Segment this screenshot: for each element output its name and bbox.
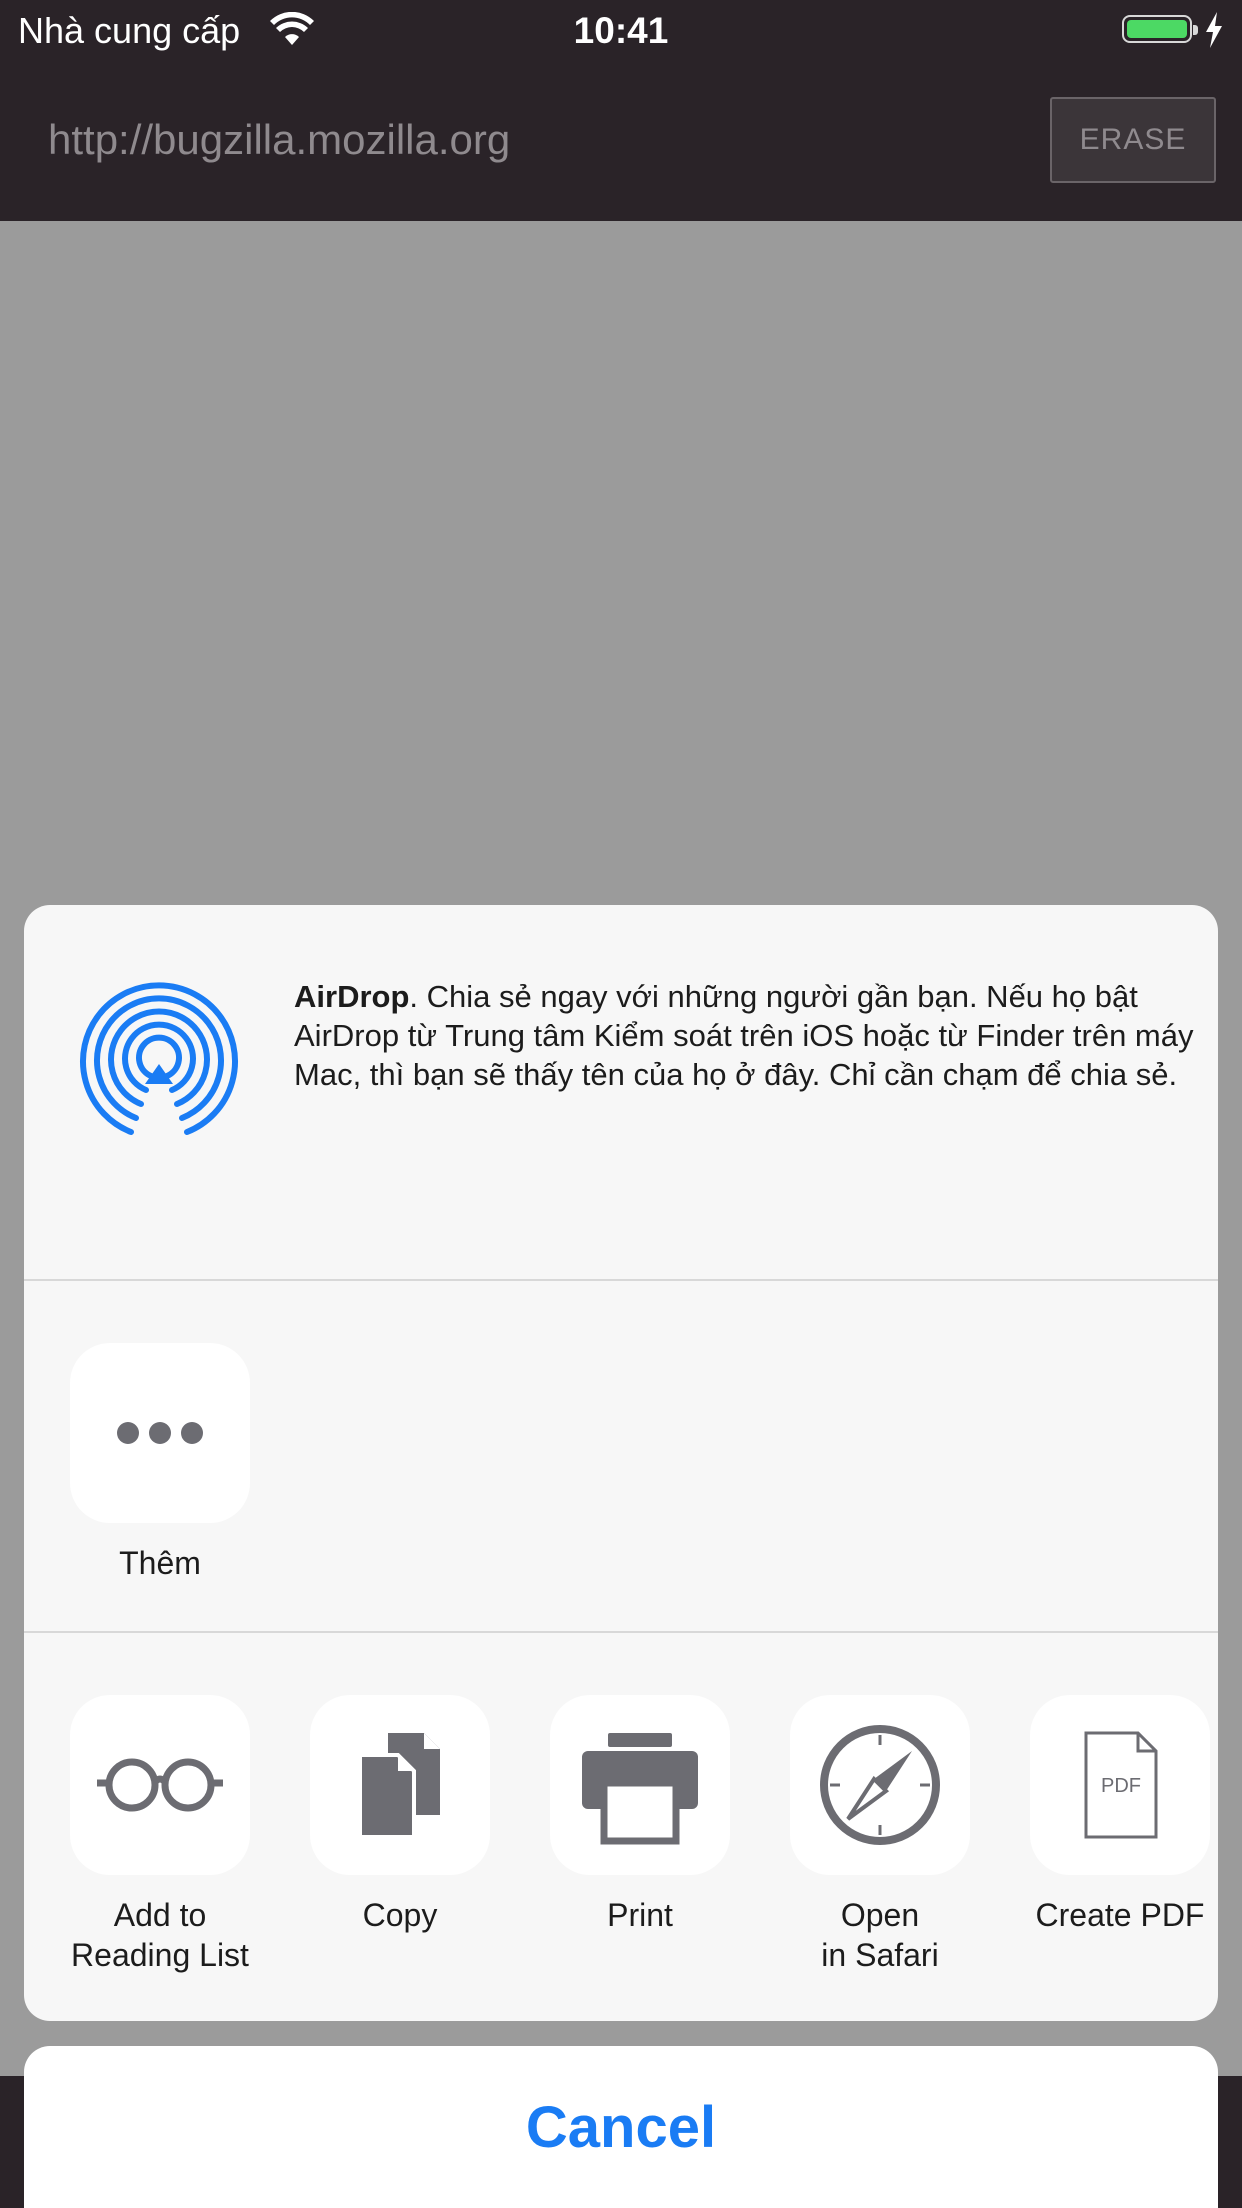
- open-in-safari-label: Open in Safari: [821, 1897, 939, 1973]
- battery-icon: [1122, 15, 1198, 43]
- copy-label: Copy: [362, 1897, 438, 1933]
- airdrop-body: . Chia sẻ ngay với những người gần bạn. …: [294, 979, 1194, 1092]
- create-pdf-button[interactable]: PDF: [1030, 1695, 1210, 1875]
- pdf-icon: PDF: [1084, 1731, 1158, 1839]
- more-dots-icon: [117, 1422, 203, 1444]
- printer-icon: [582, 1733, 698, 1845]
- erase-button[interactable]: ERASE: [1050, 97, 1216, 183]
- glasses-icon: [97, 1758, 223, 1812]
- airdrop-section[interactable]: AirDrop. Chia sẻ ngay với những người gầ…: [24, 905, 1218, 1279]
- divider: [24, 1279, 1218, 1281]
- status-bar: Nhà cung cấp 10:41: [0, 0, 1242, 64]
- copy-icon: [358, 1733, 440, 1839]
- divider: [24, 1631, 1218, 1633]
- copy-button[interactable]: [310, 1695, 490, 1875]
- add-to-reading-list-label: Add to Reading List: [71, 1897, 249, 1973]
- open-in-safari-button[interactable]: [790, 1695, 970, 1875]
- svg-text:PDF: PDF: [1101, 1775, 1141, 1797]
- airdrop-icon: [80, 982, 238, 1135]
- top-bar: Nhà cung cấp 10:41 http://bugzilla.mozil…: [0, 0, 1242, 221]
- airdrop-title: AirDrop: [294, 979, 410, 1014]
- share-sheet: AirDrop. Chia sẻ ngay với những người gầ…: [24, 905, 1218, 2021]
- url-field[interactable]: http://bugzilla.mozilla.org: [48, 116, 510, 164]
- bolt-icon: [1206, 12, 1222, 48]
- print-button[interactable]: [550, 1695, 730, 1875]
- print-label: Print: [607, 1897, 673, 1933]
- create-pdf-label: Create PDF: [1035, 1897, 1205, 1933]
- clock: 10:41: [573, 10, 669, 51]
- add-to-reading-list-button[interactable]: [70, 1695, 250, 1875]
- more-label: Thêm: [119, 1545, 201, 1581]
- airdrop-description: AirDrop. Chia sẻ ngay với những người gầ…: [294, 977, 1194, 1094]
- cancel-button[interactable]: Cancel: [24, 2046, 1218, 2208]
- compass-icon: [820, 1725, 940, 1845]
- more-button[interactable]: [70, 1343, 250, 1523]
